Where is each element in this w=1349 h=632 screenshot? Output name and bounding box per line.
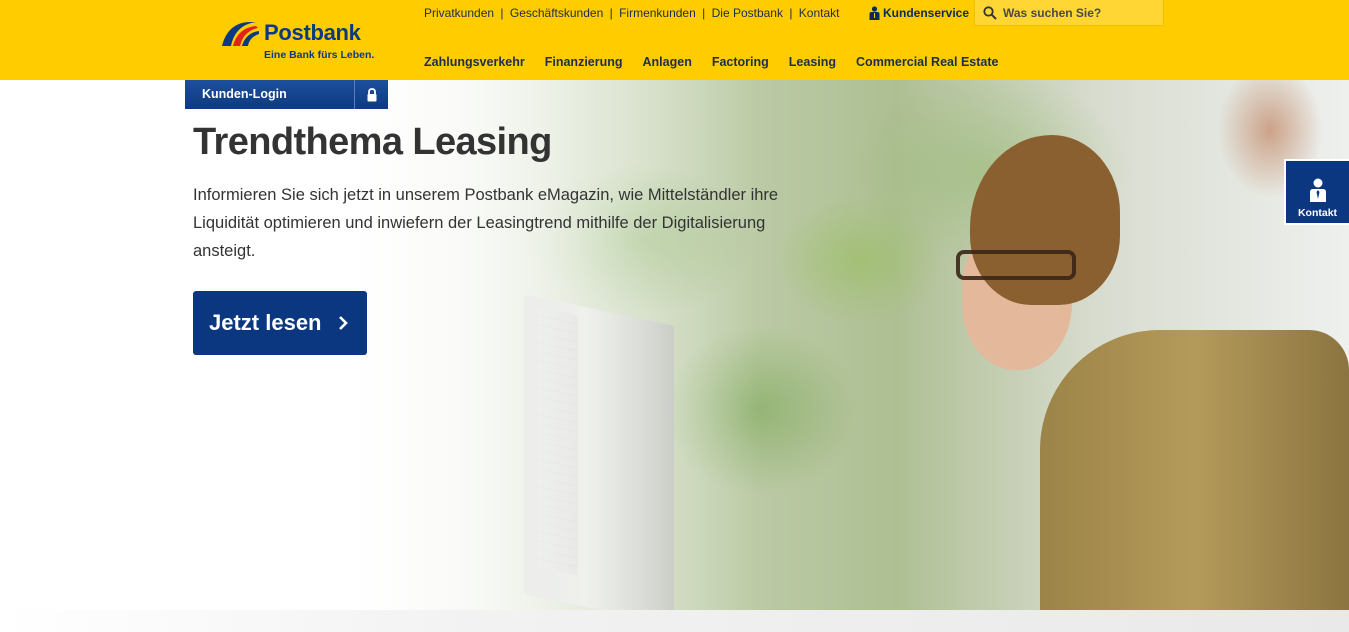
logo-wordmark: Postbank bbox=[264, 20, 361, 45]
meta-nav-die-postbank[interactable]: Die Postbank bbox=[712, 6, 783, 20]
meta-nav-separator: | bbox=[609, 6, 613, 20]
hero-title: Trendthema Leasing bbox=[193, 121, 552, 163]
person-icon bbox=[1309, 178, 1326, 202]
main-nav-zahlungsverkehr[interactable]: Zahlungsverkehr bbox=[424, 55, 525, 69]
search-box bbox=[974, 0, 1164, 26]
main-nav-leasing[interactable]: Leasing bbox=[789, 55, 836, 69]
search-icon[interactable] bbox=[983, 5, 997, 20]
hero-bottom-strip bbox=[0, 610, 1349, 632]
meta-nav-firmenkunden[interactable]: Firmenkunden bbox=[619, 6, 696, 20]
meta-nav: Privatkunden | Geschäftskunden | Firmenk… bbox=[424, 6, 840, 20]
meta-nav-separator: | bbox=[702, 6, 706, 20]
meta-nav-kontakt[interactable]: Kontakt bbox=[799, 6, 840, 20]
search-input[interactable] bbox=[1003, 5, 1153, 20]
woman-glasses bbox=[956, 250, 1076, 280]
chevron-right-icon bbox=[338, 316, 348, 330]
kundenservice-label: Kundenservice bbox=[883, 6, 970, 20]
woman-jacket bbox=[1040, 330, 1349, 610]
person-icon bbox=[869, 6, 880, 20]
kunden-login-label: Kunden-Login bbox=[202, 87, 287, 101]
lock-icon-box bbox=[354, 80, 388, 109]
meta-nav-geschaeftskunden[interactable]: Geschäftskunden bbox=[510, 6, 603, 20]
kundenservice-link[interactable]: Kundenservice bbox=[869, 6, 969, 20]
kontakt-label: Kontakt bbox=[1297, 207, 1338, 219]
lock-icon bbox=[367, 87, 376, 101]
main-nav-commercial-real-estate[interactable]: Commercial Real Estate bbox=[856, 55, 998, 69]
kunden-login-button[interactable]: Kunden-Login bbox=[185, 80, 388, 109]
main-nav-finanzierung[interactable]: Finanzierung bbox=[545, 55, 623, 69]
hero-text: Informieren Sie sich jetzt in unserem Po… bbox=[193, 186, 779, 260]
meta-nav-separator: | bbox=[500, 6, 504, 20]
main-nav-anlagen[interactable]: Anlagen bbox=[643, 55, 692, 69]
meta-nav-separator: | bbox=[789, 6, 793, 20]
postbank-logo[interactable]: Postbank Eine Bank fürs Leben. bbox=[220, 18, 380, 64]
hero-woman-image bbox=[956, 135, 1349, 610]
site-header: Postbank Eine Bank fürs Leben. Privatkun… bbox=[0, 0, 1349, 80]
kontakt-side-tab[interactable]: Kontakt bbox=[1284, 159, 1349, 225]
jetzt-lesen-label: Jetzt lesen bbox=[209, 310, 322, 335]
main-nav: Zahlungsverkehr Finanzierung Anlagen Fac… bbox=[424, 55, 998, 69]
meta-nav-privatkunden[interactable]: Privatkunden bbox=[424, 6, 494, 20]
postbank-logo-mark-icon bbox=[222, 22, 259, 46]
jetzt-lesen-button[interactable]: Jetzt lesen bbox=[193, 291, 367, 355]
logo-claim: Eine Bank fürs Leben. bbox=[264, 49, 375, 61]
main-nav-factoring[interactable]: Factoring bbox=[712, 55, 769, 69]
